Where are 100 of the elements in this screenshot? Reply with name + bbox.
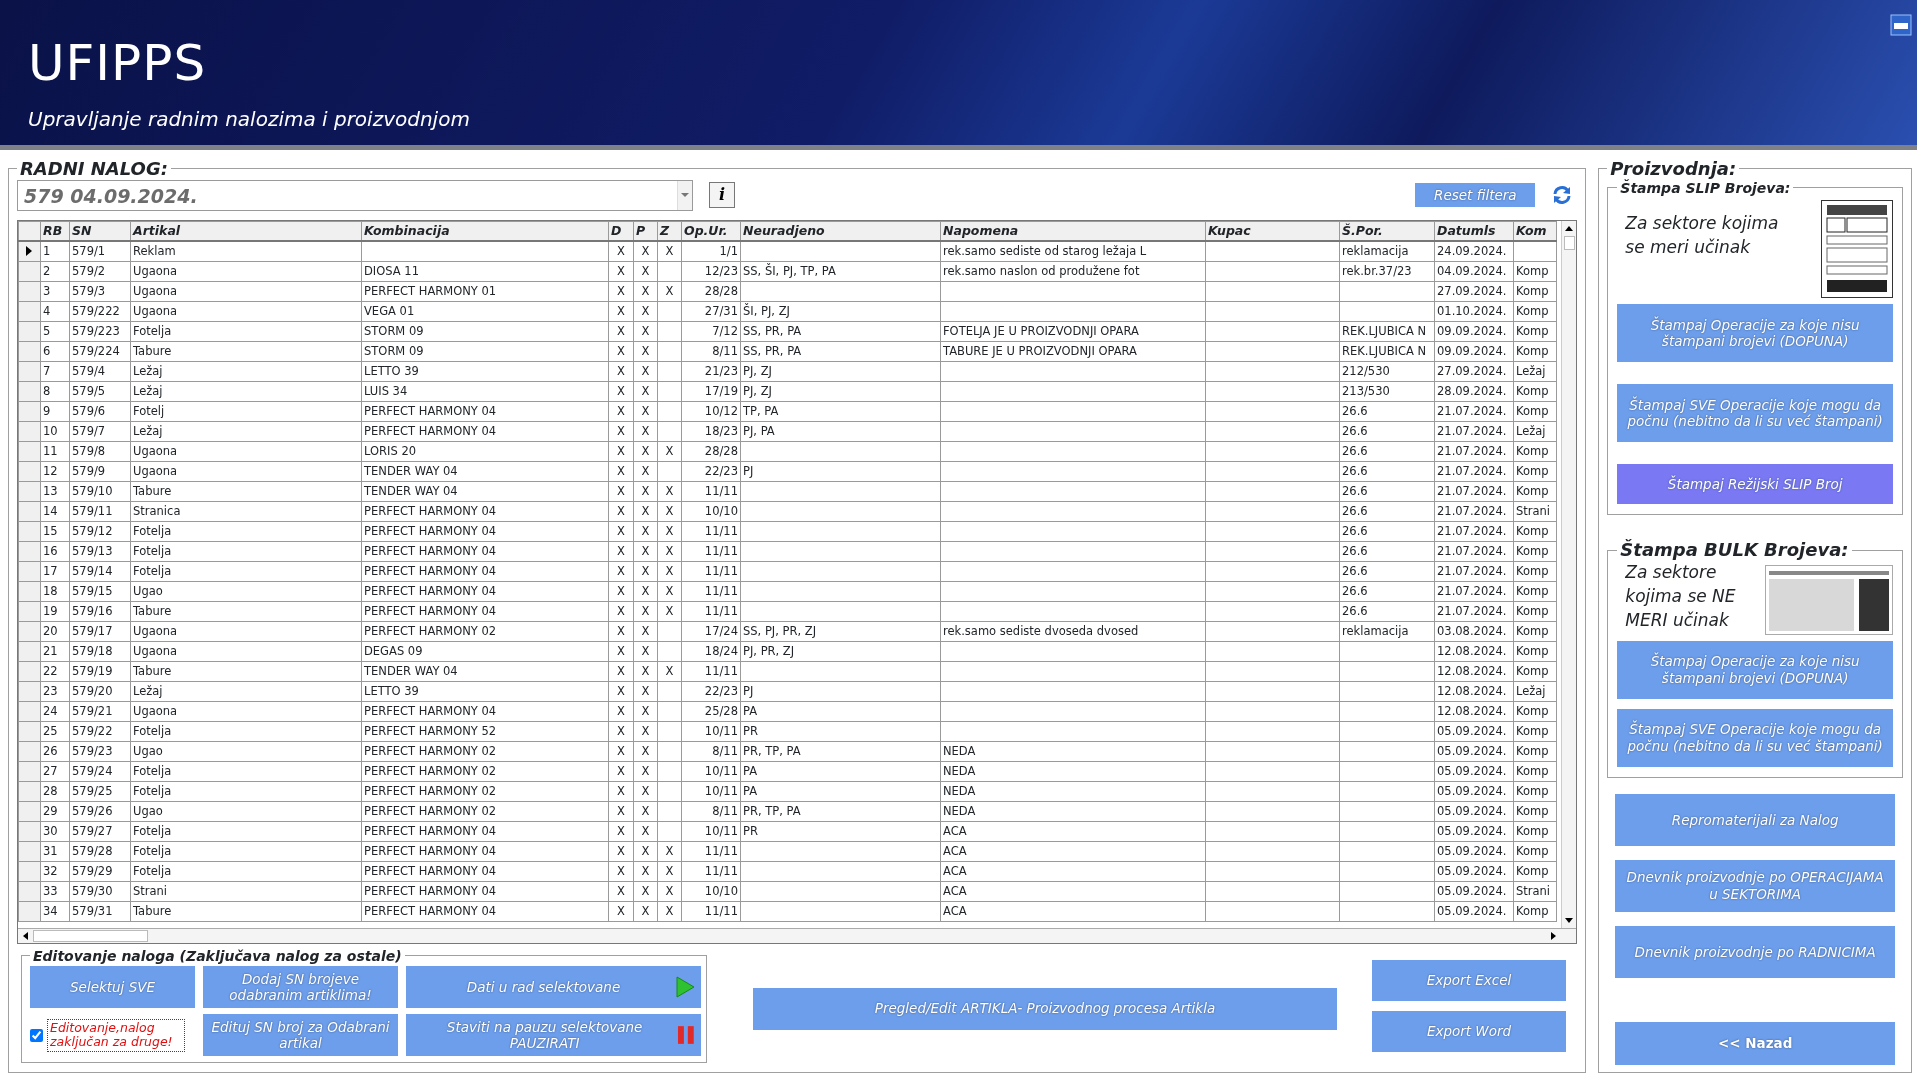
report-button[interactable]: Dnevnik proizvodnje po OPERACIJAMA u SEKTORIMA	[1615, 860, 1895, 912]
column-header[interactable]: Kom	[1513, 221, 1557, 242]
vertical-scrollbar[interactable]	[1561, 220, 1577, 928]
table-cell: TENDER WAY 04	[361, 461, 609, 482]
table-cell: Komp	[1513, 801, 1557, 822]
table-cell: Komp	[1513, 721, 1557, 742]
reset-filter-button[interactable]: Reset filtera	[1415, 183, 1536, 208]
table-cell: X	[608, 861, 634, 882]
export-word-button[interactable]: Export Word	[1372, 1010, 1566, 1052]
table-cell: 16	[40, 541, 70, 562]
column-header[interactable]: Neuradjeno	[740, 221, 941, 242]
column-header[interactable]: P	[633, 221, 658, 242]
select-all-button[interactable]: Selektuj SVE	[30, 966, 195, 1009]
column-header[interactable]: Datumls	[1434, 221, 1514, 242]
table-cell: Komp	[1513, 281, 1557, 302]
table-cell: PERFECT HARMONY 02	[361, 761, 609, 782]
table-cell: 26.6	[1339, 401, 1435, 422]
table-cell: 12.08.2024.	[1434, 681, 1514, 702]
dropdown-arrow-icon[interactable]	[681, 193, 689, 198]
table-cell: X	[657, 481, 682, 502]
print-button[interactable]: Štampaj Režijski SLIP Broj	[1617, 464, 1893, 505]
table-cell: Ležaj	[130, 421, 362, 442]
report-button[interactable]: Dnevnik proizvodnje po RADNICIMA	[1615, 926, 1895, 978]
description-text: Za sektore kojima se NE MERI učinak	[1625, 561, 1737, 632]
table-cell: 21.07.2024.	[1434, 421, 1514, 442]
table-cell: X	[608, 821, 634, 842]
section-title: Editovanje naloga (Zaključava nalog za ostale)	[32, 947, 403, 965]
scroll-down-icon[interactable]	[1565, 917, 1574, 923]
table-cell: X	[633, 461, 658, 482]
edit-sn-button[interactable]: Edituj SN broj za Odabrani artikal	[203, 1014, 398, 1057]
column-header[interactable]: Op.Ur.	[681, 221, 741, 242]
table-cell: X	[633, 781, 658, 802]
table-cell: STORM 09	[361, 321, 609, 342]
table-cell: Komp	[1513, 761, 1557, 782]
scroll-thumb[interactable]	[33, 929, 148, 942]
table-cell: PR	[740, 821, 941, 842]
table-cell: Reklam	[130, 241, 362, 262]
work-order-dropdown[interactable]: 579 04.09.2024.	[17, 179, 693, 211]
start-button[interactable]: Dati u rad selektovane	[406, 966, 701, 1009]
table-cell: 6	[40, 341, 70, 362]
table-cell: X	[608, 401, 634, 422]
table-cell: 579/9	[69, 461, 131, 482]
table-cell: Komp	[1513, 321, 1557, 342]
column-header[interactable]: D	[608, 221, 634, 242]
table-cell: X	[633, 301, 658, 322]
scroll-right-icon[interactable]	[1551, 931, 1557, 940]
table-cell: Komp	[1513, 541, 1557, 562]
table-cell: 33	[40, 881, 70, 902]
table-cell: X	[633, 901, 658, 922]
pause-button[interactable]: Staviti na pauzu selektovane PAUZIRATI	[406, 1014, 701, 1057]
window-icon[interactable]	[1890, 14, 1912, 36]
section-title: RADNI NALOG:	[19, 158, 169, 180]
table-cell: VEGA 01	[361, 301, 609, 322]
table-cell: X	[633, 721, 658, 742]
column-header[interactable]: Š.Por.	[1339, 221, 1435, 242]
table-cell: Tabure	[130, 901, 362, 922]
table-cell: 23	[40, 681, 70, 702]
back-button[interactable]: << Nazad	[1615, 1022, 1895, 1065]
scroll-thumb[interactable]	[1563, 235, 1575, 250]
add-sn-button[interactable]: Dodaj SN brojeve odabranim artiklima!	[203, 966, 398, 1009]
table-cell: 11/11	[681, 901, 741, 922]
column-header[interactable]: Z	[657, 221, 682, 242]
print-button[interactable]: Štampaj Operacije za koje nisu štampani brojevi (DOPUNA)	[1617, 304, 1893, 363]
table-cell: X	[657, 441, 682, 462]
row-header[interactable]	[18, 241, 41, 262]
table-cell: TABURE JE U PROIZVODNJI OPARA	[940, 341, 1206, 362]
table-cell: reklamacija	[1339, 621, 1435, 642]
table-cell: PJ	[740, 681, 941, 702]
horizontal-scrollbar[interactable]	[18, 927, 1577, 943]
scroll-up-icon[interactable]	[1565, 225, 1574, 231]
column-header[interactable]: Kupac	[1205, 221, 1340, 242]
print-button[interactable]: Štampaj SVE Operacije koje mogu da počnu (nebitno da li su već štampani)	[1617, 709, 1893, 767]
export-excel-button[interactable]: Export Excel	[1372, 959, 1566, 1001]
scroll-left-icon[interactable]	[23, 931, 28, 940]
description-text: Za sektore kojima se meri učinak	[1625, 212, 1780, 260]
column-header[interactable]: Artikal	[130, 221, 362, 242]
table-cell: 579/8	[69, 441, 131, 462]
print-button[interactable]: Štampaj SVE Operacije koje mogu da počnu (nebitno da li su već štampani)	[1617, 384, 1893, 443]
table-cell: 10/12	[681, 401, 741, 422]
column-header[interactable]: SN	[69, 221, 131, 242]
info-button[interactable]: i	[709, 182, 735, 209]
table-cell: Ležaj	[130, 361, 362, 382]
lock-checkbox[interactable]	[30, 1028, 43, 1042]
column-header[interactable]: Kombinacija	[361, 221, 609, 242]
checkbox-label[interactable]: Editovanje,nalog zaključan za druge!	[47, 1019, 185, 1052]
table-cell: 579/24	[69, 761, 131, 782]
article-process-button[interactable]: Pregled/Edit ARTIKLA- Proizvodnog procesa Artikla	[753, 987, 1337, 1030]
report-button[interactable]: Repromaterijali za Nalog	[1615, 794, 1895, 846]
table-cell: Fotelja	[130, 821, 362, 842]
table-cell: X	[608, 381, 634, 402]
table-cell: X	[633, 361, 658, 382]
table-cell: 34	[40, 901, 70, 922]
table-cell: 11/11	[681, 841, 741, 862]
table-cell: 8/11	[681, 341, 741, 362]
column-header[interactable]: Napomena	[940, 221, 1206, 242]
print-button[interactable]: Štampaj Operacije za koje nisu štampani brojevi (DOPUNA)	[1617, 641, 1893, 699]
table-cell: 11/11	[681, 561, 741, 582]
column-header[interactable]: RB	[40, 221, 70, 242]
table-cell: 31	[40, 841, 70, 862]
table-cell: Ugao	[130, 801, 362, 822]
